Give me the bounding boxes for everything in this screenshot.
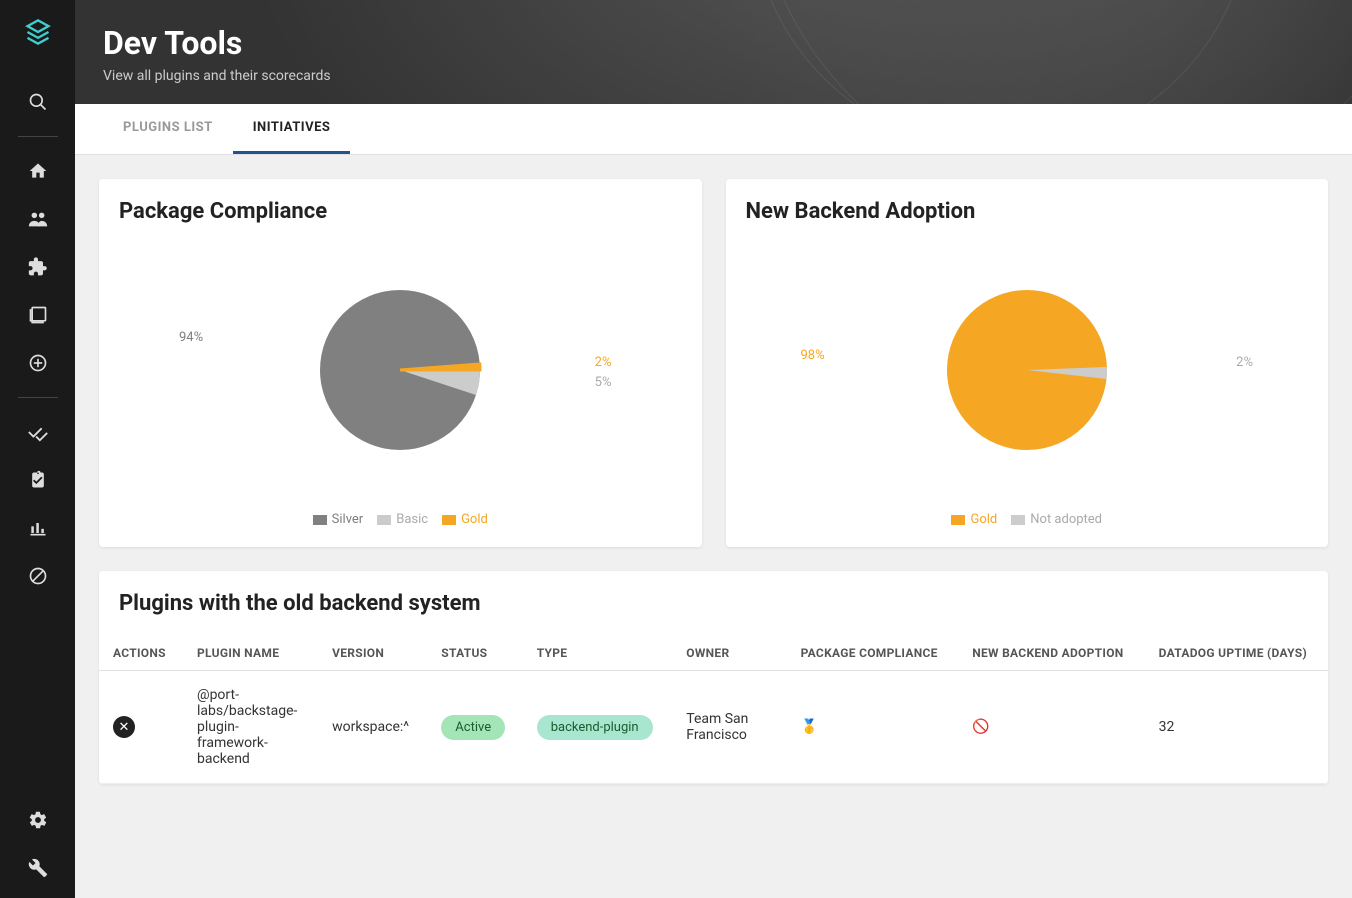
col-version[interactable]: Version [318, 636, 427, 671]
col-actions[interactable]: Actions [99, 636, 183, 671]
clipboard-check-icon[interactable] [26, 468, 50, 492]
page-title: Dev Tools [103, 24, 1324, 62]
col-plugin-name[interactable]: Plugin Name [183, 636, 318, 671]
main-content: Dev Tools View all plugins and their sco… [75, 0, 1352, 898]
col-package-compliance[interactable]: Package Compliance [787, 636, 959, 671]
settings-icon[interactable] [26, 808, 50, 832]
plugins-table: Actions Plugin Name Version Status Type … [99, 636, 1328, 784]
add-circle-icon[interactable] [26, 351, 50, 375]
chart-label-not-adopted: 2% [1236, 355, 1253, 370]
col-owner[interactable]: Owner [672, 636, 786, 671]
tab-plugins-list[interactable]: Plugins List [103, 104, 233, 154]
people-icon[interactable] [26, 207, 50, 231]
chart-legend: Silver Basic Gold [119, 512, 682, 527]
chart-label-silver: 94% [179, 330, 203, 345]
page-subtitle: View all plugins and their scorecards [103, 68, 1324, 84]
type-badge: backend-plugin [537, 715, 653, 740]
card-title: Package Compliance [119, 199, 682, 224]
status-badge: Active [441, 715, 505, 740]
app-logo[interactable] [24, 18, 52, 50]
divider [18, 136, 58, 137]
cell-new-backend-adoption: 🚫 [958, 671, 1144, 784]
legend-item: Basic [377, 512, 428, 527]
card-package-compliance: Package Compliance 94% 2% 5% [99, 179, 702, 547]
legend-item: Silver [313, 512, 364, 527]
table-title: Plugins with the old backend system [99, 591, 1328, 636]
cell-plugin-name: @port-labs/backstage-plugin-framework-ba… [183, 671, 318, 784]
card-title: New Backend Adoption [746, 199, 1309, 224]
page-header: Dev Tools View all plugins and their sco… [75, 0, 1352, 104]
cell-version: workspace:^ [318, 671, 427, 784]
pie-chart-package-compliance: 94% 2% 5% [119, 240, 682, 500]
cell-datadog-uptime: 32 [1145, 671, 1328, 784]
card-plugins-table: Plugins with the old backend system Acti… [99, 571, 1328, 784]
sidebar [0, 0, 75, 898]
legend-item: Gold [442, 512, 488, 527]
checkmarks-icon[interactable] [26, 420, 50, 444]
home-icon[interactable] [26, 159, 50, 183]
chart-bar-icon[interactable] [26, 516, 50, 540]
col-status[interactable]: Status [427, 636, 522, 671]
library-icon[interactable] [26, 303, 50, 327]
chart-legend: Gold Not adopted [746, 512, 1309, 527]
chart-label-gold: 2% [595, 355, 612, 370]
divider [18, 397, 58, 398]
block-icon[interactable] [26, 564, 50, 588]
cell-package-compliance: 🥇 [787, 671, 959, 784]
extension-icon[interactable] [26, 255, 50, 279]
col-datadog-uptime[interactable]: Datadog Uptime (Days) [1145, 636, 1328, 671]
content-area: Package Compliance 94% 2% 5% [75, 155, 1352, 898]
cell-owner: Team San Francisco [672, 671, 786, 784]
chart-label-gold: 98% [801, 348, 825, 363]
tabs: Plugins List Initiatives [75, 104, 1352, 155]
card-new-backend-adoption: New Backend Adoption 98% 2% Gold Not ado… [726, 179, 1329, 547]
wrench-icon[interactable] [26, 856, 50, 880]
medal-icon: 🥇 [801, 719, 818, 735]
chart-label-basic: 5% [595, 375, 612, 390]
legend-item: Not adopted [1011, 512, 1102, 527]
table-row: ✕ @port-labs/backstage-plugin-framework-… [99, 671, 1328, 784]
search-icon[interactable] [26, 90, 50, 114]
pie-chart-backend-adoption: 98% 2% [746, 240, 1309, 500]
col-new-backend-adoption[interactable]: New Backend Adoption [958, 636, 1144, 671]
prohibited-icon: 🚫 [972, 719, 989, 735]
tab-initiatives[interactable]: Initiatives [233, 104, 351, 154]
row-action-close-icon[interactable]: ✕ [113, 716, 135, 738]
legend-item: Gold [951, 512, 997, 527]
col-type[interactable]: Type [523, 636, 673, 671]
